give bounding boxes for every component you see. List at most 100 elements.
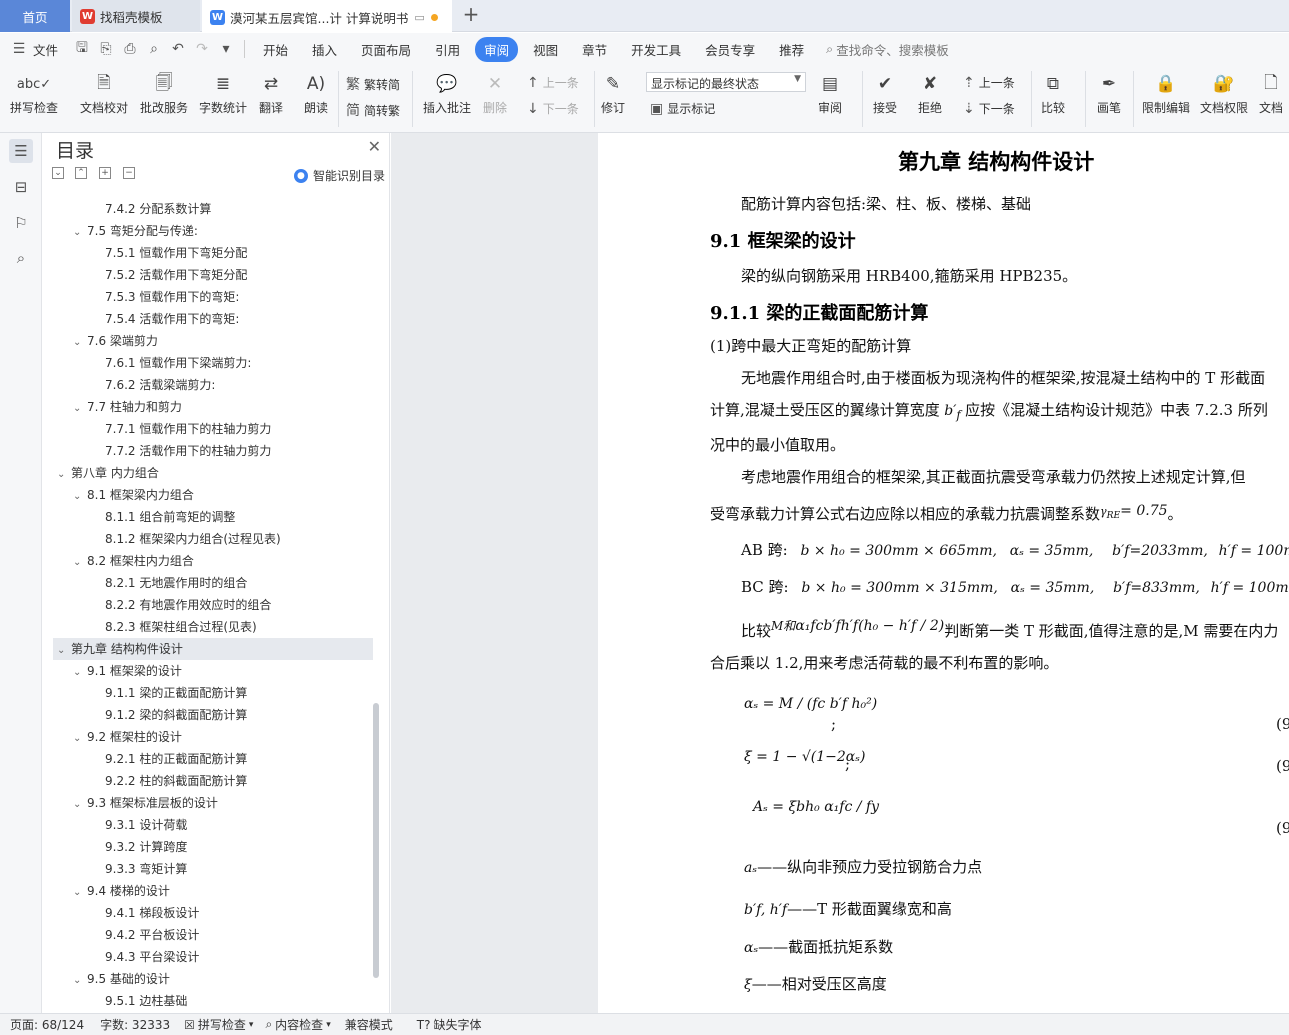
next-comment-button[interactable]: ↓ 下一条 [527, 100, 579, 117]
toc-item[interactable]: 8.1.2 框架梁内力组合(过程见表) [43, 528, 373, 550]
prev-comment-button[interactable]: ↑ 上一条 [527, 74, 579, 91]
toc-item[interactable]: 8.2.2 有地震作用效应时的组合 [43, 594, 373, 616]
find-icon[interactable]: ⌕ [9, 246, 33, 270]
export-pdf-icon[interactable]: ⎘ [97, 40, 115, 58]
add-heading-icon[interactable]: + [99, 167, 111, 179]
window-icon[interactable]: ▭ [414, 11, 424, 24]
simplified-to-traditional-button[interactable]: 简简转繁 [346, 100, 400, 120]
spell-check-button[interactable]: abc✓ 拼写检查 [10, 69, 58, 116]
tab-template[interactable]: W 找稻壳模板 [72, 0, 200, 32]
chevron-down-icon[interactable]: ⌄ [73, 728, 87, 750]
traditional-to-simplified-button[interactable]: 繁繁转简 [346, 74, 400, 94]
toc-item[interactable]: 8.2.3 框架柱组合过程(见表) [43, 616, 373, 638]
delete-comment-button[interactable]: ✕ 删除 [482, 69, 508, 116]
ink-pen-button[interactable]: ✒ 画笔 [1096, 69, 1122, 116]
toc-item[interactable]: 7.5.2 活载作用下弯矩分配 [43, 264, 373, 286]
review-pane-button[interactable]: ▤ 审阅 [817, 69, 843, 116]
toc-item[interactable]: ⌄ 8.2 框架柱内力组合 [43, 550, 373, 572]
toc-item[interactable]: 7.7.1 恒载作用下的柱轴力剪力 [43, 418, 373, 440]
menu-insert[interactable]: 插入 [303, 37, 346, 62]
menu-page-layout[interactable]: 页面布局 [352, 37, 420, 62]
translate-button[interactable]: ⇄ 翻译 [258, 69, 284, 116]
toc-item[interactable]: ⌄ 7.7 柱轴力和剪力 [43, 396, 373, 418]
toc-pane-icon[interactable]: ☰ [9, 139, 33, 163]
toc-item[interactable]: 7.5.3 恒载作用下的弯矩: [43, 286, 373, 308]
chevron-down-icon[interactable]: ⌄ [73, 794, 87, 816]
customize-quick-access-icon[interactable]: ▾ [217, 40, 235, 58]
doc-permission-button[interactable]: 🔐 文档权限 [1200, 69, 1248, 116]
show-markup-button[interactable]: ▣ 显示标记 [650, 100, 715, 117]
new-tab-button[interactable]: + [460, 4, 482, 26]
toc-item[interactable]: 9.4.1 梯段板设计 [43, 902, 373, 924]
next-change-button[interactable]: ⇣ 下一条 [963, 100, 1015, 117]
toc-item[interactable]: 9.3.2 计算跨度 [43, 836, 373, 858]
chapter-nav-icon[interactable]: ⊟ [9, 175, 33, 199]
chevron-down-icon[interactable]: ⌄ [73, 552, 87, 574]
toc-item[interactable]: ⌄ 8.1 框架梁内力组合 [43, 484, 373, 506]
compare-button[interactable]: ⧉ 比较 [1040, 69, 1066, 116]
undo-icon[interactable]: ↶ [169, 40, 187, 58]
expand-up-icon[interactable]: ⌃ [75, 167, 87, 179]
menu-file[interactable]: 文件 [31, 37, 67, 62]
batch-service-button[interactable]: 🗐 批改服务 [140, 69, 188, 116]
collapse-all-icon[interactable]: ⌄ [52, 167, 64, 179]
toc-item[interactable]: ⌄ 9.3 框架标准层板的设计 [43, 792, 373, 814]
doc-more-button[interactable]: 🗋 文档 [1258, 69, 1284, 116]
word-count-button[interactable]: ≣ 字数统计 [199, 69, 247, 116]
toc-item[interactable]: ⌄ 9.2 框架柱的设计 [43, 726, 373, 748]
word-count-indicator[interactable]: 字数: 32333 [100, 1016, 170, 1033]
doc-proofread-button[interactable]: 🗎 文档校对 [80, 69, 128, 116]
toc-item[interactable]: ⌄ 7.6 梁端剪力 [43, 330, 373, 352]
toc-item[interactable]: 9.3.1 设计荷载 [43, 814, 373, 836]
toc-item[interactable]: ⌄ 9.4 楼梯的设计 [43, 880, 373, 902]
toc-item[interactable]: ⌄ 9.5 基础的设计 [43, 968, 373, 990]
page-indicator[interactable]: 页面: 68/124 [10, 1016, 84, 1033]
status-spell-check[interactable]: ☒ 拼写检查 ▾ [184, 1016, 253, 1033]
markup-display-select[interactable]: 显示标记的最终状态 ▼ [646, 72, 806, 92]
print-icon[interactable]: ⎙ [121, 40, 139, 58]
status-content-check[interactable]: ⌕ 内容检查 ▾ [265, 1016, 330, 1033]
toc-item[interactable]: ⌄ 第八章 内力组合 [43, 462, 373, 484]
toc-item[interactable]: 7.5.4 活载作用下的弯矩: [43, 308, 373, 330]
read-aloud-button[interactable]: A) 朗读 [303, 69, 329, 116]
chevron-down-icon[interactable]: ⌄ [57, 464, 71, 486]
toc-item[interactable]: ⌄ 9.1 框架梁的设计 [43, 660, 373, 682]
chevron-down-icon[interactable]: ⌄ [73, 486, 87, 508]
chevron-down-icon[interactable]: ⌄ [57, 640, 71, 662]
tab-document[interactable]: W 漠河某五层宾馆...计 计算说明书 ▭ [202, 0, 452, 32]
toc-item[interactable]: ⌄ 7.5 弯矩分配与传递: [43, 220, 373, 242]
menu-section[interactable]: 章节 [573, 37, 616, 62]
insert-comment-button[interactable]: 💬 插入批注 [423, 69, 471, 116]
redo-icon[interactable]: ↷ [193, 40, 211, 58]
menu-member[interactable]: 会员专享 [696, 37, 764, 62]
track-changes-button[interactable]: ✎ 修订 [600, 69, 626, 116]
save-icon[interactable]: 🖫 [73, 40, 91, 58]
tab-home[interactable]: 首页 [0, 0, 70, 32]
toc-item[interactable]: 9.1.1 梁的正截面配筋计算 [43, 682, 373, 704]
toc-item[interactable]: 7.4.2 分配系数计算 [43, 198, 373, 220]
chevron-down-icon[interactable]: ⌄ [73, 222, 87, 244]
command-search[interactable]: ⌕ 查找命令、搜索模板 [826, 40, 949, 59]
toc-item[interactable]: 7.7.2 活载作用下的柱轴力剪力 [43, 440, 373, 462]
compat-mode[interactable]: 兼容模式 [345, 1016, 393, 1033]
chevron-down-icon[interactable]: ⌄ [73, 398, 87, 420]
toc-item[interactable]: 9.2.1 柱的正截面配筋计算 [43, 748, 373, 770]
toc-item[interactable]: 9.4.2 平台板设计 [43, 924, 373, 946]
menu-recommend[interactable]: 推荐 [770, 37, 813, 62]
print-preview-icon[interactable]: ⌕ [145, 40, 163, 58]
hamburger-menu-icon[interactable]: ☰ [10, 40, 28, 58]
remove-heading-icon[interactable]: − [123, 167, 135, 179]
chevron-down-icon[interactable]: ⌄ [73, 970, 87, 992]
toc-item[interactable]: 9.1.2 梁的斜截面配筋计算 [43, 704, 373, 726]
restrict-editing-button[interactable]: 🔒 限制编辑 [1142, 69, 1190, 116]
toc-item[interactable]: 9.3.3 弯矩计算 [43, 858, 373, 880]
chevron-down-icon[interactable]: ⌄ [73, 882, 87, 904]
accept-change-button[interactable]: ✔ 接受 [872, 69, 898, 116]
menu-home[interactable]: 开始 [254, 37, 297, 62]
toc-scrollbar[interactable] [373, 703, 379, 978]
toc-item[interactable]: 8.1.1 组合前弯矩的调整 [43, 506, 373, 528]
prev-change-button[interactable]: ⇡ 上一条 [963, 74, 1015, 91]
toc-item[interactable]: 7.5.1 恒载作用下弯矩分配 [43, 242, 373, 264]
toc-item[interactable]: 7.6.2 活载梁端剪力: [43, 374, 373, 396]
reject-change-button[interactable]: ✘ 拒绝 [917, 69, 943, 116]
